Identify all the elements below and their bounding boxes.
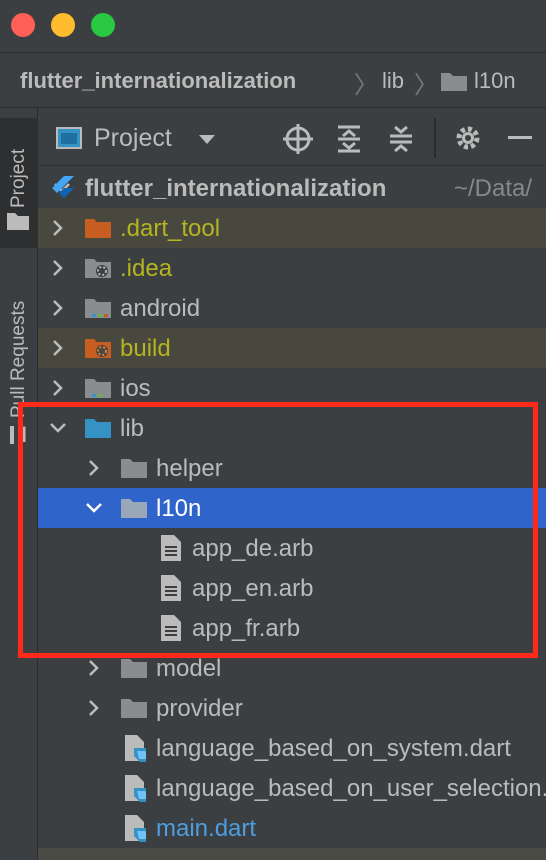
tree-item[interactable]: [38, 848, 546, 860]
view-selector[interactable]: Project: [94, 124, 172, 153]
project-tree: flutter_internationalization ~/Data/ .da…: [38, 166, 546, 860]
dart-file-icon: [125, 815, 146, 842]
minimize-window-button[interactable]: [51, 13, 75, 37]
tree-item[interactable]: lib: [38, 408, 546, 448]
tree-item[interactable]: app_fr.arb: [38, 608, 546, 648]
breadcrumb-l10n[interactable]: l10n: [474, 68, 516, 94]
zoom-window-button[interactable]: [91, 13, 115, 37]
pull-request-icon: [10, 426, 26, 444]
tree-item-label: main.dart: [156, 815, 257, 842]
tree-item[interactable]: language_based_on_user_selection.dart: [38, 768, 546, 808]
breadcrumb-project[interactable]: flutter_internationalization: [20, 68, 296, 94]
locate-icon[interactable]: [283, 124, 313, 154]
tree-item[interactable]: ios: [38, 368, 546, 408]
tree-item-label: android: [120, 295, 201, 322]
tree-item[interactable]: provider: [38, 688, 546, 728]
tab-project[interactable]: Project: [8, 149, 30, 208]
module-folder-icon: [85, 379, 111, 398]
dart-file-icon: [125, 735, 146, 762]
tree-item[interactable]: language_based_on_system.dart: [38, 728, 546, 768]
chevron-right-icon: 〉: [354, 72, 378, 99]
collapse-all-icon[interactable]: [388, 124, 414, 154]
tree-item[interactable]: build: [38, 328, 546, 368]
tree-item[interactable]: android: [38, 288, 546, 328]
tree-item-label: l10n: [156, 495, 202, 522]
config-folder-icon: [85, 259, 111, 278]
chevron-right-icon[interactable]: [84, 458, 104, 478]
expand-all-icon[interactable]: [336, 124, 362, 154]
dart-file-icon: [125, 775, 146, 802]
folder-icon: [121, 659, 147, 678]
breadcrumb-lib[interactable]: lib: [382, 68, 404, 94]
tree-item-label: .idea: [120, 255, 173, 282]
window-titlebar: [0, 0, 546, 52]
folder-icon: [121, 699, 147, 718]
tab-pull-requests[interactable]: Pull Requests: [8, 301, 30, 418]
gear-icon[interactable]: [454, 124, 482, 152]
tree-item[interactable]: app_de.arb: [38, 528, 546, 568]
tree-item[interactable]: .idea: [38, 248, 546, 288]
chevron-down-icon[interactable]: [198, 134, 216, 146]
tree-item-label: ios: [120, 375, 151, 402]
module-folder-icon: [85, 299, 111, 318]
tree-item-label: model: [156, 655, 222, 682]
project-toolbar: Project: [38, 108, 546, 166]
file-icon: [161, 615, 181, 641]
tree-item-label: lib: [120, 415, 145, 442]
tree-item-label: app_en.arb: [192, 575, 314, 602]
tree-item[interactable]: .dart_tool: [38, 208, 546, 248]
tree-item-label: helper: [156, 455, 223, 482]
source-folder-icon: [85, 419, 111, 438]
folder-icon: [7, 213, 29, 230]
close-window-button[interactable]: [11, 13, 35, 37]
chevron-down-icon[interactable]: [84, 498, 104, 518]
tree-item[interactable]: main.dart: [38, 808, 546, 848]
chevron-right-icon[interactable]: [48, 298, 68, 318]
chevron-right-icon[interactable]: [48, 338, 68, 358]
tree-item-label: app_fr.arb: [192, 615, 301, 642]
hide-panel-icon[interactable]: [508, 136, 532, 139]
tree-item[interactable]: app_en.arb: [38, 568, 546, 608]
file-icon: [161, 575, 181, 601]
excluded-folder-icon: [85, 339, 111, 358]
chevron-right-icon: 〉: [414, 72, 438, 99]
tree-item-label: language_based_on_system.dart: [156, 735, 511, 762]
tree-item[interactable]: helper: [38, 448, 546, 488]
tree-root[interactable]: flutter_internationalization ~/Data/: [38, 168, 546, 208]
folder-icon: [121, 459, 147, 478]
chevron-right-icon[interactable]: [48, 378, 68, 398]
chevron-right-icon[interactable]: [48, 258, 68, 278]
root-project-name: flutter_internationalization: [85, 175, 387, 202]
tree-item-label: provider: [156, 695, 243, 722]
chevron-right-icon[interactable]: [48, 218, 68, 238]
tree-item-label: app_de.arb: [192, 535, 314, 562]
tree-item-label: .dart_tool: [120, 215, 221, 242]
breadcrumb: flutter_internationalization 〉 lib 〉 l10…: [0, 52, 546, 108]
folder-icon: [441, 73, 467, 91]
chevron-down-icon[interactable]: [48, 418, 68, 438]
chevron-right-icon[interactable]: [84, 658, 104, 678]
tree-item-label: language_based_on_user_selection.dart: [156, 775, 546, 802]
tree-item[interactable]: model: [38, 648, 546, 688]
toolbar-divider: [434, 118, 436, 158]
excluded-folder-icon: [85, 219, 111, 238]
tree-item-label: build: [120, 335, 171, 362]
folder-icon: [121, 499, 147, 518]
root-project-path: ~/Data/: [454, 175, 533, 202]
flutter-icon: [52, 176, 74, 198]
project-view-icon: [56, 127, 82, 149]
tree-item-selected[interactable]: l10n: [38, 488, 546, 528]
chevron-right-icon[interactable]: [84, 698, 104, 718]
tool-window-strip: Project Pull Requests: [0, 108, 38, 860]
file-icon: [161, 535, 181, 561]
